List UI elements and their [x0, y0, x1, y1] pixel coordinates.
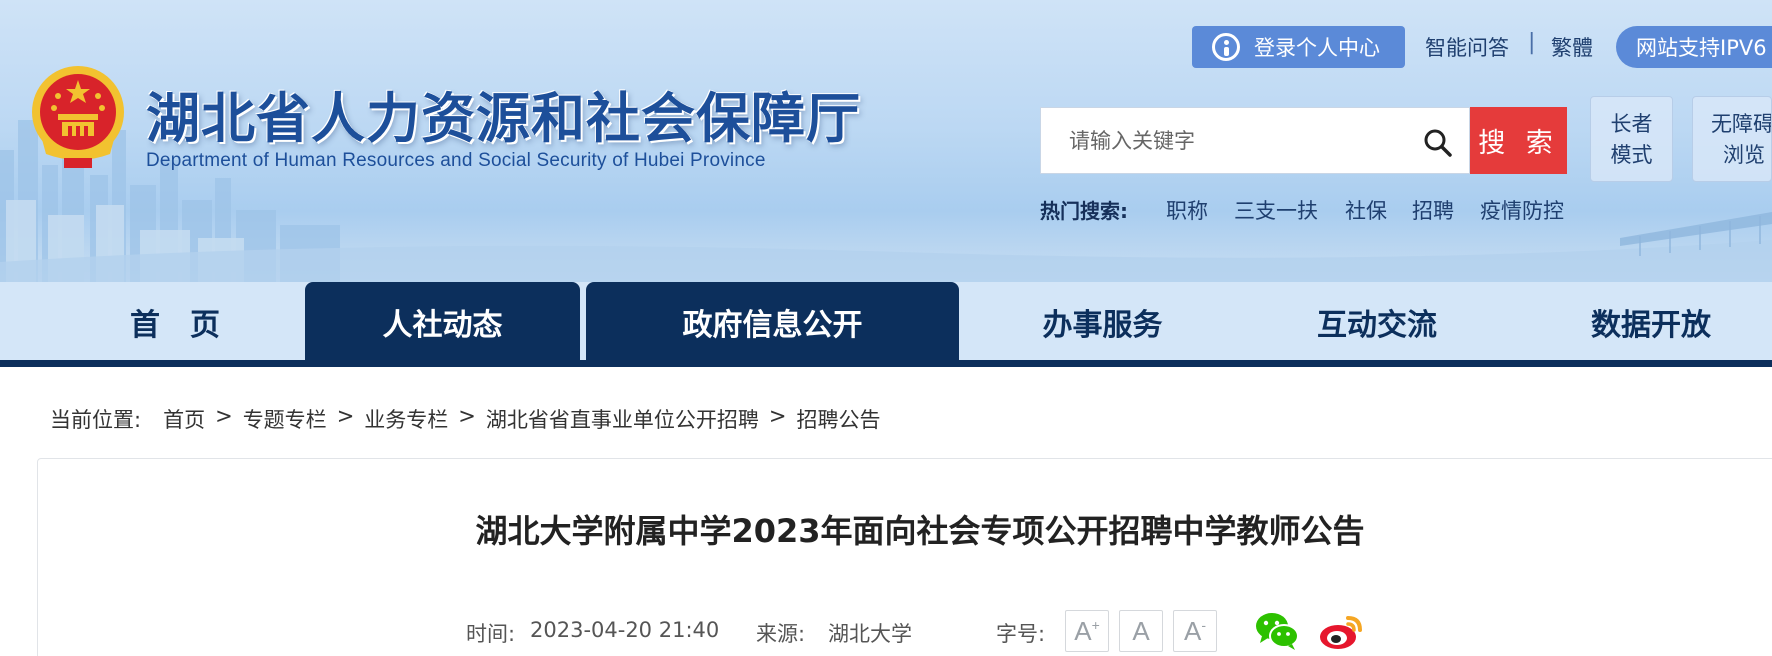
search-button[interactable]: 搜 索 [1470, 107, 1567, 174]
breadcrumb-item[interactable]: 首页 [163, 404, 205, 434]
nav-item-services[interactable]: 办事服务 [985, 282, 1220, 362]
traditional-chinese-link[interactable]: 繁體 [1551, 32, 1593, 62]
font-letter: A [1074, 615, 1092, 646]
font-letter: A [1132, 615, 1150, 646]
nav-item-open-data[interactable]: 数据开放 [1536, 282, 1766, 362]
breadcrumb-item[interactable]: 业务专栏 [364, 404, 448, 434]
font-size-label: 字号: [996, 622, 1046, 646]
nav-item-hrss-news[interactable]: 人社动态 [305, 282, 580, 362]
ipv6-support-badge: 网站支持IPV6 [1616, 26, 1772, 68]
breadcrumb-separator: > [215, 404, 233, 428]
search-input[interactable] [1041, 108, 1421, 173]
article-title: 湖北大学附属中学2023年面向社会专项公开招聘中学教师公告 [475, 512, 1365, 550]
font-plus-mark: + [1091, 617, 1100, 633]
publish-time-label: 时间: [466, 622, 516, 646]
search-icon[interactable] [1423, 128, 1453, 158]
elder-mode-line1: 长者 [1610, 112, 1653, 136]
font-size-increase-button[interactable]: A + [1065, 610, 1109, 652]
nav-item-home[interactable]: 首 页 [60, 282, 290, 362]
top-separator: | [1528, 30, 1536, 55]
site-subtitle: Department of Human Resources and Social… [146, 150, 766, 171]
breadcrumb-separator: > [458, 404, 476, 428]
site-header: 湖北省人力资源和社会保障厅 Department of Human Resour… [0, 0, 1772, 282]
nav-item-gov-info[interactable]: 政府信息公开 [586, 282, 959, 362]
hot-search-item[interactable]: 社保 [1345, 195, 1387, 225]
accessible-browsing-button[interactable]: 无障碍 浏览 [1692, 96, 1772, 182]
hot-search-item[interactable]: 职称 [1166, 195, 1208, 225]
hot-search-label: 热门搜索: [1040, 199, 1128, 223]
nav-underline [0, 360, 1772, 367]
breadcrumb-item[interactable]: 专题专栏 [243, 404, 327, 434]
elder-mode-button[interactable]: 长者 模式 [1590, 96, 1673, 182]
smart-qa-link[interactable]: 智能问答 [1425, 32, 1509, 62]
hot-search-item[interactable]: 疫情防控 [1480, 195, 1564, 225]
wechat-share-icon[interactable] [1254, 610, 1300, 652]
login-personal-center-button[interactable]: 登录个人中心 [1192, 26, 1405, 68]
font-letter: A [1183, 615, 1202, 646]
weibo-share-icon[interactable] [1318, 610, 1364, 652]
breadcrumb-separator: > [768, 404, 787, 428]
source-value: 湖北大学 [828, 622, 912, 646]
info-user-icon [1212, 33, 1240, 61]
source-label: 来源: [756, 622, 806, 646]
publish-time-value: 2023-04-20 21:40 [530, 618, 720, 642]
breadcrumb-label: 当前位置: [50, 408, 142, 432]
breadcrumb-separator: > [336, 404, 355, 428]
elder-mode-line2: 模式 [1610, 143, 1653, 167]
national-emblem-icon [32, 66, 124, 168]
accessible-line1: 无障碍 [1711, 112, 1772, 136]
breadcrumb-item-current[interactable]: 招聘公告 [797, 404, 881, 434]
login-label: 登录个人中心 [1254, 36, 1380, 60]
hot-search-item[interactable]: 三支一扶 [1234, 195, 1318, 225]
breadcrumb-item[interactable]: 湖北省省直事业单位公开招聘 [486, 404, 759, 434]
accessible-line2: 浏览 [1723, 143, 1765, 167]
font-size-decrease-button[interactable]: A- [1173, 610, 1217, 652]
hot-search-item[interactable]: 招聘 [1412, 195, 1454, 225]
search-box [1040, 107, 1470, 174]
breadcrumb: 当前位置: 首页 > 专题专栏 > 业务专栏 > 湖北省省直事业单位公开招聘 >… [50, 404, 881, 434]
font-size-default-button[interactable]: A [1119, 610, 1163, 652]
site-title: 湖北省人力资源和社会保障厅 [146, 87, 861, 150]
font-minus-mark: - [1201, 617, 1206, 633]
nav-item-interaction[interactable]: 互动交流 [1262, 282, 1492, 362]
